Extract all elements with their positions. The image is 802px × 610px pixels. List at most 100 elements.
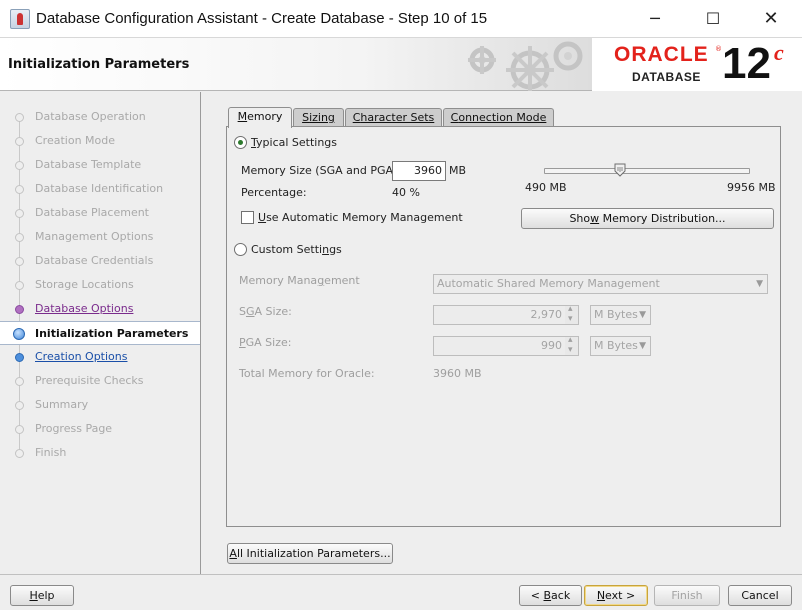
sga-size-label: SGA Size:: [239, 305, 292, 318]
button-label: ll Initialization Parameters...: [236, 547, 391, 560]
step-label[interactable]: Creation Options: [35, 350, 127, 363]
pga-unit-select[interactable]: M Bytes ▼: [590, 336, 651, 356]
minimize-icon[interactable]: ─: [626, 0, 684, 38]
close-icon[interactable]: ✕: [742, 0, 800, 38]
label-part: Memory Mana: [239, 274, 318, 287]
total-memory-value: 3960 MB: [433, 367, 482, 380]
button-label: ack: [551, 589, 571, 602]
memory-tab-panel: Typical Settings Memory Size (SGA and PG…: [226, 126, 781, 527]
step-label: Database Template: [35, 158, 142, 171]
label-mnemonic: n: [322, 243, 330, 256]
maximize-icon[interactable]: ☐: [684, 0, 742, 38]
step-initialization-parameters: Initialization Parameters: [0, 321, 200, 345]
step-label: Creation Mode: [35, 134, 116, 147]
chevron-down-icon: ▼: [756, 279, 763, 289]
custom-settings-label[interactable]: Custom Settings: [251, 243, 342, 256]
memory-management-select[interactable]: Automatic Shared Memory Management ▼: [433, 274, 768, 294]
step-dot-icon: [15, 113, 24, 122]
automatic-memory-management-checkbox[interactable]: [241, 211, 254, 224]
pga-size-spinner[interactable]: [565, 335, 579, 356]
custom-settings-radio[interactable]: [234, 243, 247, 256]
percentage-label: Percentage:: [241, 186, 307, 199]
tab-memory[interactable]: Memory: [228, 107, 292, 128]
finish-button[interactable]: Finish: [654, 585, 720, 606]
step-current-dot-icon: [13, 328, 25, 340]
back-button[interactable]: < Back: [519, 585, 582, 606]
memory-slider-thumb-icon[interactable]: [614, 163, 626, 177]
memory-slider-track[interactable]: [544, 168, 750, 174]
step-label: Database Operation: [35, 110, 146, 123]
button-label: Sho: [569, 212, 591, 225]
tab-label: nnection Mode: [465, 111, 547, 124]
label-part: GA Size:: [245, 336, 292, 349]
show-memory-distribution-button[interactable]: Show Memory Distribution...: [521, 208, 774, 229]
step-dot-icon: [15, 161, 24, 170]
step-dot-icon: [15, 257, 24, 266]
button-label: Memory Distribution...: [599, 212, 726, 225]
steps-sidebar: Database Operation Creation Mode Databas…: [0, 92, 201, 574]
help-button[interactable]: Help: [10, 585, 74, 606]
memory-management-label: Memory Management: [239, 274, 360, 287]
label-part: S: [239, 305, 246, 318]
sga-unit-select[interactable]: M Bytes ▼: [590, 305, 651, 325]
pga-size-input[interactable]: 990: [433, 336, 566, 356]
tab-connection-mode[interactable]: Connection Mode: [443, 108, 554, 127]
tab-character-sets[interactable]: Character Sets: [345, 108, 442, 127]
cancel-button[interactable]: Cancel: [728, 585, 792, 606]
label-part: ypical Settings: [256, 136, 338, 149]
next-button[interactable]: Next >: [584, 585, 648, 606]
step-database-identification: Database Identification: [0, 177, 200, 201]
label-part: A Size:: [254, 305, 292, 318]
step-dot-icon: [15, 401, 24, 410]
step-prerequisite-checks: Prerequisite Checks: [0, 369, 200, 393]
label-mnemonic: G: [245, 305, 255, 318]
step-label: Storage Locations: [35, 278, 134, 291]
typical-settings-label[interactable]: Typical Settings: [251, 136, 337, 149]
memory-size-input[interactable]: 3960: [392, 161, 446, 181]
step-progress-page: Progress Page: [0, 417, 200, 441]
step-dot-icon: [15, 425, 24, 434]
button-label: elp: [37, 589, 55, 602]
typical-settings-radio[interactable]: [234, 136, 247, 149]
sga-size-input[interactable]: 2,970: [433, 305, 566, 325]
percentage-value: 40 %: [392, 186, 420, 199]
slider-max-label: 9956 MB: [727, 181, 776, 194]
oracle-logo: ORACLE ® DATABASE 12 c: [592, 38, 802, 91]
select-value: M Bytes: [594, 308, 638, 321]
step-label: Summary: [35, 398, 89, 411]
tab-label: haracter Sets: [360, 111, 435, 124]
step-creation-options[interactable]: Creation Options: [0, 345, 200, 369]
step-database-placement: Database Placement: [0, 201, 200, 225]
oracle-registered-mark: ®: [715, 45, 722, 53]
automatic-memory-management-label[interactable]: Use Automatic Memory Management: [258, 211, 463, 224]
step-dot-icon: [15, 353, 24, 362]
button-label: ext >: [605, 589, 636, 602]
pga-size-label: PGA Size:: [239, 336, 291, 349]
step-dot-icon: [15, 281, 24, 290]
memory-size-unit: MB: [449, 164, 467, 177]
tab-label: izing: [309, 111, 335, 124]
label-mnemonic: U: [258, 211, 267, 224]
label-part: ement: [324, 274, 360, 287]
button-mnemonic: B: [543, 589, 552, 602]
sga-size-spinner[interactable]: [565, 304, 579, 325]
all-initialization-parameters-button[interactable]: All Initialization Parameters...: [227, 543, 393, 564]
step-label: Database Identification: [35, 182, 164, 195]
page-title: Initialization Parameters: [8, 57, 190, 72]
tab-mnemonic: S: [302, 111, 310, 124]
slider-min-label: 490 MB: [525, 181, 567, 194]
step-database-options[interactable]: Database Options: [0, 297, 200, 321]
memory-size-label: Memory Size (SGA and PGA):: [241, 164, 401, 177]
footer-bar: Help < Back Next > Finish Cancel: [0, 574, 802, 610]
step-label: Progress Page: [35, 422, 113, 435]
gears-graphic-icon: [468, 41, 583, 91]
oracle-product: DATABASE: [632, 70, 701, 84]
step-database-template: Database Template: [0, 153, 200, 177]
tab-label: emory: [247, 110, 283, 123]
tab-sizing[interactable]: Sizing: [293, 108, 344, 127]
step-label: Database Placement: [35, 206, 149, 219]
step-database-credentials: Database Credentials: [0, 249, 200, 273]
step-dot-icon: [15, 449, 24, 458]
button-label: <: [530, 589, 544, 602]
step-label[interactable]: Database Options: [35, 302, 133, 315]
